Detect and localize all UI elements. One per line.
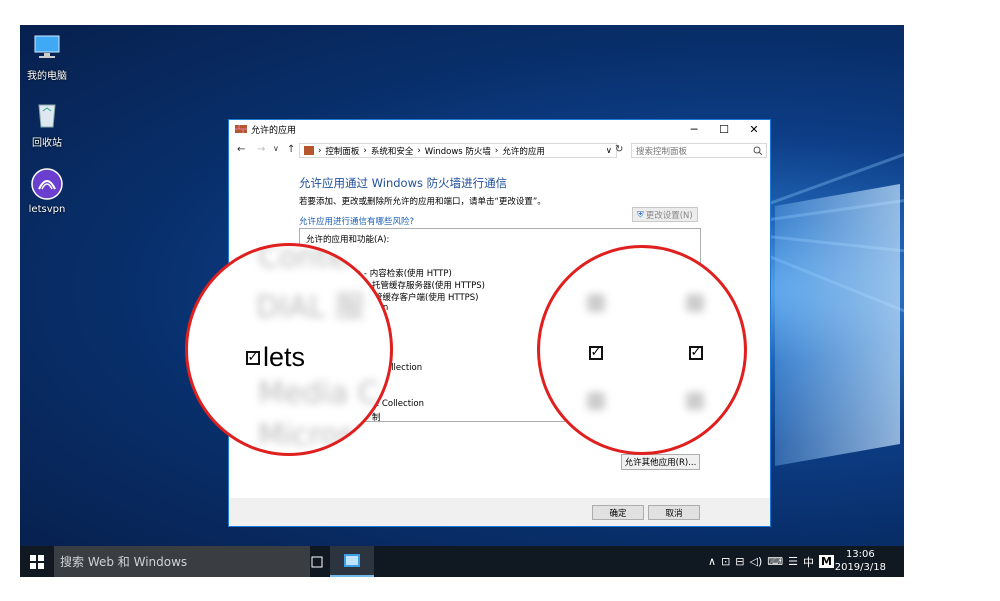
- clock-time: 13:06: [845, 549, 875, 560]
- zoomed-app-row: ✓ lets: [246, 342, 305, 373]
- breadcrumb-system-security[interactable]: 系统和安全: [371, 145, 414, 157]
- task-view-icon: [311, 556, 323, 567]
- breadcrumb-separator: ›: [417, 145, 421, 156]
- breadcrumb-separator: ›: [363, 145, 367, 156]
- blurred-checkbox: [686, 392, 704, 410]
- blurred-checkbox: [587, 294, 605, 312]
- taskbar-search-text: 搜索 Web 和 Windows: [60, 555, 188, 569]
- ime-icon[interactable]: M: [819, 555, 834, 568]
- zoom-circle-right: ✓ ✓: [537, 245, 747, 455]
- volume-icon[interactable]: ◁): [750, 555, 763, 568]
- keyboard-icon[interactable]: ⌨: [767, 555, 783, 568]
- action-center-icon[interactable]: ☰: [788, 555, 798, 568]
- blurred-text: Content: [258, 243, 378, 275]
- address-dropdown-icon[interactable]: ∨: [606, 146, 612, 156]
- recent-locations-button[interactable]: ∨: [273, 144, 279, 153]
- up-button[interactable]: ↑: [287, 144, 295, 155]
- zoomed-app-name: lets: [263, 342, 306, 372]
- back-button[interactable]: ←: [237, 144, 245, 155]
- blurred-checkbox: [686, 294, 704, 312]
- taskbar-search[interactable]: 搜索 Web 和 Windows: [54, 546, 310, 577]
- network-icon[interactable]: ⊟: [735, 555, 744, 568]
- change-settings-label: 更改设置(N): [645, 210, 693, 221]
- control-panel-icon: [304, 146, 314, 155]
- blurred-text: Micros: [258, 418, 355, 453]
- blurred-checkbox: [587, 392, 605, 410]
- windows-logo-glow: [775, 183, 900, 467]
- desktop-icon-computer[interactable]: 我的电脑: [20, 30, 77, 82]
- list-item[interactable]: 托管缓存服务器(使用 HTTPS): [372, 279, 485, 291]
- shield-icon: ⛨: [637, 209, 644, 220]
- search-icon: [753, 146, 762, 155]
- breadcrumb-separator: ›: [318, 145, 322, 156]
- clock-date: 2019/3/18: [834, 562, 886, 573]
- ok-button[interactable]: 确定: [592, 505, 644, 520]
- desktop-icon-letsvpn[interactable]: letsvpn: [20, 167, 77, 215]
- forward-button[interactable]: →: [257, 144, 265, 155]
- firewall-icon: [235, 125, 247, 133]
- vpn-tray-icon[interactable]: ⊡: [721, 555, 730, 568]
- private-checkbox-zoomed[interactable]: ✓: [589, 346, 603, 360]
- control-panel-icon: [344, 554, 360, 567]
- desktop-icon-recycle-bin[interactable]: 回收站: [20, 97, 77, 149]
- close-button[interactable]: ✕: [739, 120, 769, 138]
- zoom-circle-left: Content DIAL 服 ✓ lets Media C Micros: [185, 243, 393, 456]
- blurred-text: DIAL 服: [256, 290, 365, 325]
- refresh-button[interactable]: ↻: [615, 144, 623, 155]
- breadcrumb-firewall[interactable]: Windows 防火墙: [425, 145, 491, 157]
- address-box[interactable]: › 控制面板 › 系统和安全 › Windows 防火墙 › 允许的应用 ∨: [299, 143, 617, 158]
- app-checkbox-zoomed[interactable]: ✓: [246, 350, 260, 365]
- taskbar-app-control-panel[interactable]: [330, 546, 374, 577]
- letsvpn-icon: [30, 167, 64, 201]
- blurred-text: Media C: [258, 376, 379, 411]
- dialog-footer: 确定 取消: [229, 498, 770, 526]
- start-button[interactable]: [20, 546, 54, 577]
- breadcrumb-control-panel[interactable]: 控制面板: [325, 145, 359, 157]
- system-tray: ∧ ⊡ ⊟ ◁) ⌨ ☰ 中 M: [708, 546, 834, 577]
- list-item[interactable]: e Collection: [374, 399, 424, 409]
- public-checkbox-zoomed[interactable]: ✓: [689, 346, 703, 360]
- breadcrumb-allowed-apps[interactable]: 允许的应用: [502, 145, 545, 157]
- address-bar-row: ← → ∨ ↑ › 控制面板 › 系统和安全 › Windows 防火墙 › 允…: [229, 140, 770, 162]
- task-view-button[interactable]: [300, 546, 334, 577]
- page-title: 允许应用通过 Windows 防火墙进行通信: [299, 176, 508, 190]
- letsvpn-label: letsvpn: [28, 204, 66, 215]
- allow-other-app-button[interactable]: 允许其他应用(R)...: [621, 454, 700, 470]
- change-settings-button[interactable]: ⛨ 更改设置(N): [632, 207, 698, 222]
- maximize-button[interactable]: ☐: [709, 120, 739, 138]
- list-item[interactable]: 管缓存客户端(使用 HTTPS): [374, 291, 478, 303]
- taskbar: 搜索 Web 和 Windows ∧ ⊡ ⊟ ◁) ⌨ ☰ 中 M 13:06 …: [20, 546, 904, 577]
- computer-icon: [30, 30, 64, 64]
- breadcrumb-separator: ›: [494, 145, 499, 156]
- windows-icon: [30, 554, 44, 569]
- computer-label: 我的电脑: [27, 71, 67, 82]
- clock[interactable]: 13:06 2019/3/18: [835, 548, 886, 574]
- recycle-bin-label: 回收站: [32, 138, 62, 149]
- recycle-bin-icon: [30, 97, 64, 131]
- show-hidden-icons[interactable]: ∧: [708, 555, 716, 568]
- ime-mode[interactable]: 中: [803, 554, 814, 570]
- search-input[interactable]: 搜索控制面板: [631, 143, 767, 158]
- list-item[interactable]: 制: [372, 411, 381, 423]
- search-placeholder: 搜索控制面板: [636, 146, 688, 157]
- cancel-button[interactable]: 取消: [648, 505, 700, 520]
- minimize-button[interactable]: ─: [679, 120, 709, 138]
- window-title: 允许的应用: [251, 125, 297, 136]
- page-description: 若要添加、更改或删除所允许的应用和端口，请单击“更改设置”。: [299, 197, 546, 207]
